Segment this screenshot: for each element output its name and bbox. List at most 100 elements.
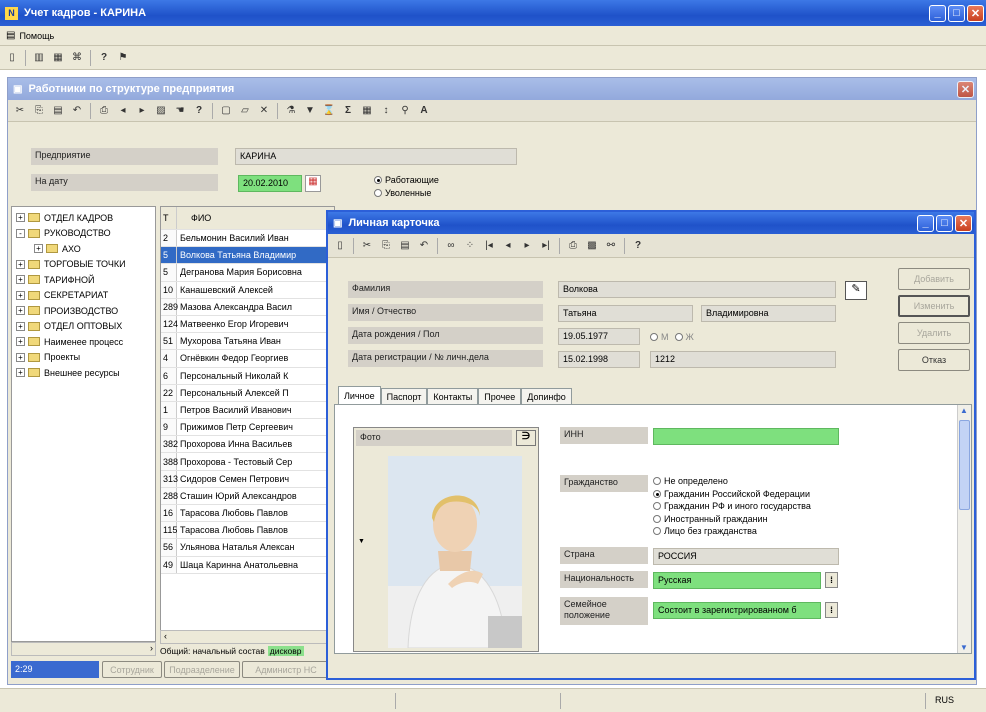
scroll-right-icon[interactable]: › xyxy=(150,643,153,653)
expander-icon[interactable]: + xyxy=(16,290,25,300)
tree-item[interactable]: + ТАРИФНОЙ xyxy=(12,272,155,288)
date-field[interactable]: 20.02.2010 xyxy=(238,175,302,192)
table-row[interactable]: 10 Канашевский Алексей xyxy=(161,281,334,299)
doc-icon[interactable]: ▯ xyxy=(4,50,20,66)
marital-field[interactable]: Состоит в зарегистрированном б xyxy=(653,602,821,619)
citizenship-radio[interactable]: Не определено xyxy=(653,475,811,488)
panel-vscroll[interactable]: ▲ ▼ xyxy=(957,405,971,653)
photo-menu-icon[interactable]: ∋ xyxy=(516,430,536,446)
citizenship-radio[interactable]: Иностранный гражданин xyxy=(653,513,811,526)
sum-icon[interactable]: Σ xyxy=(340,103,356,119)
link-icon[interactable]: ⚯ xyxy=(603,238,619,254)
expander-icon[interactable]: + xyxy=(16,306,25,316)
card-maximize-button[interactable]: □ xyxy=(936,214,953,232)
expander-icon[interactable]: + xyxy=(16,368,25,378)
menu-help[interactable]: Помощь xyxy=(19,31,54,41)
grid-icon[interactable]: ▦ xyxy=(50,50,66,66)
table-icon[interactable]: ▦ xyxy=(359,103,375,119)
firstname-field[interactable]: Татьяна xyxy=(558,305,693,322)
nationality-dropdown-icon[interactable]: ⁞ xyxy=(825,572,838,588)
add-button[interactable]: Добавить xyxy=(898,268,970,290)
country-field[interactable]: РОССИЯ xyxy=(653,548,839,565)
tree-item[interactable]: + СЕКРЕТАРИАТ xyxy=(12,288,155,304)
tree-item[interactable]: + Наименее процесс xyxy=(12,334,155,350)
save-icon[interactable]: ▨ xyxy=(153,103,169,119)
help-icon[interactable]: ? xyxy=(191,103,207,119)
expander-icon[interactable]: + xyxy=(16,352,25,362)
copy-icon[interactable]: ⎘ xyxy=(378,238,394,254)
company-field[interactable]: КАРИНА xyxy=(235,148,517,165)
birthdate-field[interactable]: 19.05.1977 xyxy=(558,328,640,345)
delete-button[interactable]: Удалить xyxy=(898,322,970,344)
table-row[interactable]: 6 Персональный Николай К xyxy=(161,367,334,385)
table-row[interactable]: 313 Сидоров Семен Петрович xyxy=(161,470,334,488)
tab-personal[interactable]: Личное xyxy=(338,386,381,404)
delete-icon[interactable]: ✕ xyxy=(256,103,272,119)
tree-item[interactable]: + ПРОИЗВОДСТВО xyxy=(12,303,155,319)
table-row[interactable]: 288 Сташин Юрий Александров xyxy=(161,487,334,505)
expander-icon[interactable]: + xyxy=(16,275,25,285)
radio-male[interactable]: М xyxy=(650,331,669,344)
maximize-button[interactable]: □ xyxy=(948,4,965,22)
tab-contacts[interactable]: Контакты xyxy=(427,388,479,404)
table-row[interactable]: 51 Мухорова Татьяна Иван xyxy=(161,333,334,351)
tree-item[interactable]: + ОТДЕЛ КАДРОВ xyxy=(12,210,155,226)
prev-icon[interactable]: ◂ xyxy=(500,238,516,254)
sort-icon[interactable]: ↕ xyxy=(378,103,394,119)
card-close-button[interactable]: ✕ xyxy=(955,214,972,232)
table-row[interactable]: 56 Ульянова Наталья Алексан xyxy=(161,539,334,557)
expander-icon[interactable]: + xyxy=(16,213,25,223)
table-row[interactable]: 124 Матвеенко Егор Игоревич xyxy=(161,315,334,334)
filter-icon[interactable]: ⚗ xyxy=(283,103,299,119)
new-icon[interactable]: ▢ xyxy=(218,103,234,119)
funnel-icon[interactable]: ▼ xyxy=(302,103,318,119)
table-row[interactable]: 4 Огнёвкин Федор Георгиев xyxy=(161,350,334,368)
scroll-thumb[interactable] xyxy=(959,420,970,510)
tab-extra[interactable]: Допинфо xyxy=(521,388,572,404)
print-icon[interactable]: ⎙ xyxy=(96,103,112,119)
tree-icon[interactable]: ⌘ xyxy=(69,50,85,66)
font-icon[interactable]: A xyxy=(416,103,432,119)
table-row[interactable]: 49 Шаца Каринна Анатольевна xyxy=(161,556,334,574)
last-icon[interactable]: ▸| xyxy=(538,238,554,254)
table-row[interactable]: 388 Прохорова - Тестовый Сер xyxy=(161,453,334,471)
tree-item[interactable]: + ОТДЕЛ ОПТОВЫХ xyxy=(12,319,155,335)
scroll-left-icon[interactable]: ‹ xyxy=(164,631,167,641)
regdate-field[interactable]: 15.02.1998 xyxy=(558,351,640,368)
tree-item[interactable]: + Проекты xyxy=(12,350,155,366)
next-icon[interactable]: ▸ xyxy=(134,103,150,119)
tree-item[interactable]: + ТОРГОВЫЕ ТОЧКИ xyxy=(12,257,155,273)
radio-female[interactable]: Ж xyxy=(674,331,694,344)
expander-icon[interactable]: + xyxy=(16,337,25,347)
admin-button[interactable]: Администр НС xyxy=(242,661,330,678)
expander-icon[interactable]: - xyxy=(16,228,25,238)
radio-working[interactable]: Работающие xyxy=(374,174,439,187)
card-minimize-button[interactable]: _ xyxy=(917,214,934,232)
tree-item[interactable]: + АХО xyxy=(12,241,155,257)
cancel-button[interactable]: Отказ xyxy=(898,349,970,371)
binoculars-icon[interactable]: ∞ xyxy=(443,238,459,254)
scroll-up-icon[interactable]: ▲ xyxy=(960,406,968,415)
surname-field[interactable]: Волкова xyxy=(558,281,836,298)
print-icon[interactable]: ⎙ xyxy=(565,238,581,254)
cut-icon[interactable]: ✂ xyxy=(12,103,28,119)
table-row[interactable]: 289 Мазова Александра Васил xyxy=(161,298,334,316)
table-row[interactable]: 16 Тарасова Любовь Павлов xyxy=(161,505,334,523)
marital-dropdown-icon[interactable]: ⁞ xyxy=(825,602,838,618)
nationality-field[interactable]: Русская xyxy=(653,572,821,589)
photo-icon[interactable]: ▩ xyxy=(584,238,600,254)
window-icon[interactable]: ▥ xyxy=(31,50,47,66)
exit-icon[interactable]: ⚑ xyxy=(115,50,131,66)
prev-icon[interactable]: ◂ xyxy=(115,103,131,119)
citizenship-radio[interactable]: Гражданин РФ и иного государства xyxy=(653,500,811,513)
undo-icon[interactable]: ↶ xyxy=(69,103,85,119)
expander-icon[interactable]: + xyxy=(16,259,25,269)
citizenship-radio[interactable]: Лицо без гражданства xyxy=(653,525,811,538)
radio-fired[interactable]: Уволенные xyxy=(374,187,439,200)
first-icon[interactable]: |◂ xyxy=(481,238,497,254)
undo-icon[interactable]: ↶ xyxy=(416,238,432,254)
hourglass-icon[interactable]: ⌛ xyxy=(321,103,337,119)
expander-icon[interactable]: + xyxy=(34,244,43,254)
fileno-field[interactable]: 1212 xyxy=(650,351,836,368)
employee-button[interactable]: Сотрудник xyxy=(102,661,162,678)
